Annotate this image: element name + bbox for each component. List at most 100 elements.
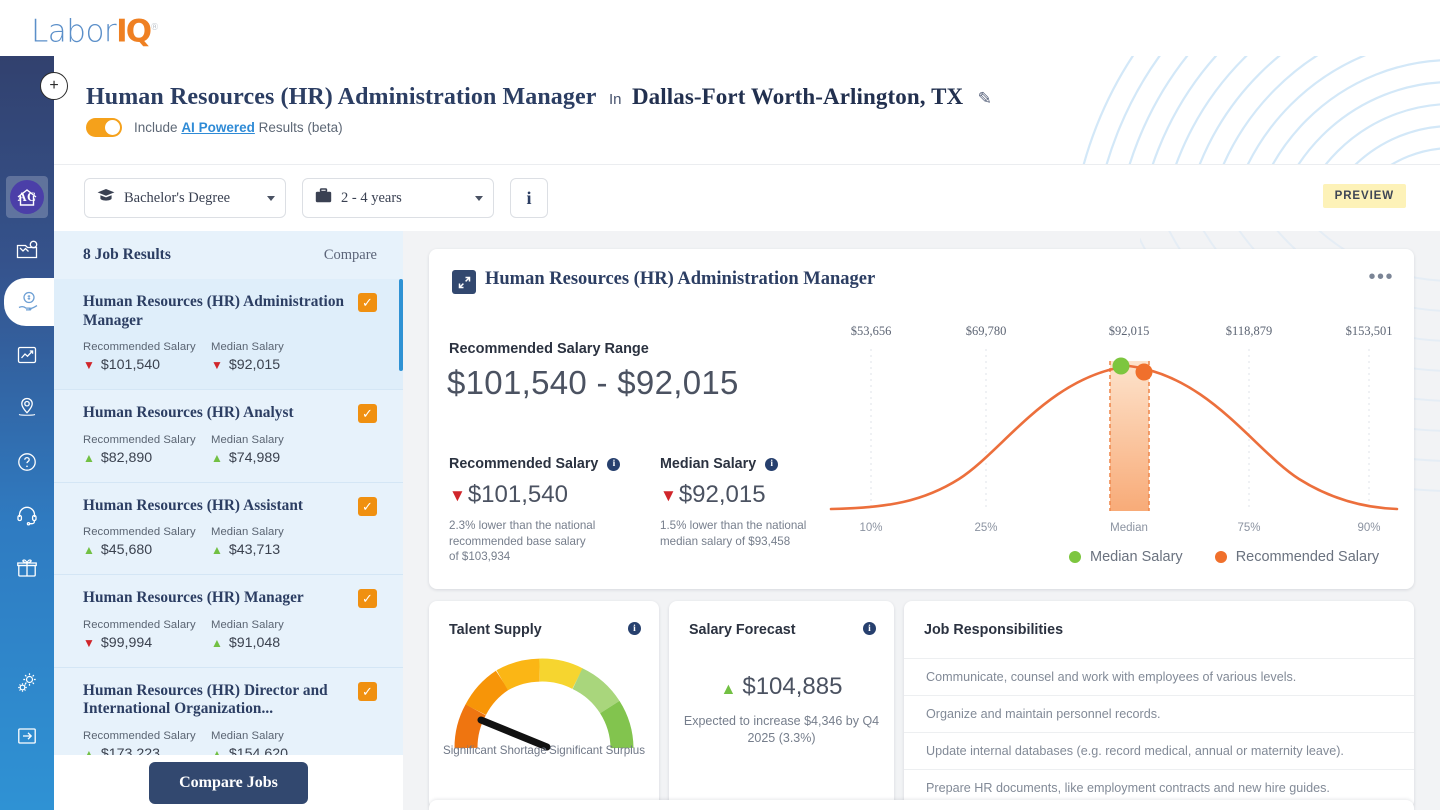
talent-supply-card: Talent Supply i Significant Shortage Sig… (429, 601, 659, 809)
sidebar-item-rewards[interactable] (0, 544, 54, 592)
job-item-recommended-label: Recommended Salary (83, 341, 196, 353)
legend-item-median: Median Salary (1069, 549, 1183, 565)
job-list-item[interactable]: Human Resources (HR) Administration Mana… (54, 279, 403, 390)
median-salary-point[interactable] (1112, 357, 1130, 375)
job-item-median-value: $74,989 (228, 449, 281, 466)
job-item-title: Human Resources (HR) Administration Mana… (83, 293, 345, 329)
sidebar-item-logout[interactable] (0, 712, 54, 760)
map-pin-icon (15, 395, 39, 419)
info-icon[interactable]: i (863, 622, 876, 635)
job-item-checkbox[interactable]: ✓ (358, 589, 377, 608)
job-list-scroll[interactable]: Human Resources (HR) Administration Mana… (54, 279, 403, 772)
legend-label-recommended: Recommended Salary (1235, 549, 1380, 565)
decorative-arcs (1082, 56, 1440, 164)
sidebar-item-support[interactable] (0, 491, 54, 539)
reports-folder-icon (15, 238, 40, 262)
job-item-checkbox[interactable]: ✓ (358, 293, 377, 312)
filter-info-button[interactable]: i (510, 178, 548, 218)
compare-link[interactable]: Compare (324, 247, 377, 264)
job-item-recommended-label: Recommended Salary (83, 526, 196, 538)
home-icon (15, 186, 39, 210)
median-salary-note: 1.5% lower than the national median sala… (660, 519, 807, 548)
left-nav-rail: AC (0, 56, 54, 810)
sidebar-item-location[interactable] (0, 383, 54, 431)
up-arrow-icon: ▲ (211, 635, 223, 650)
recommended-salary-label: Recommended Salary (449, 456, 599, 472)
sidebar-item-salary[interactable] (4, 278, 54, 326)
job-item-checkbox[interactable]: ✓ (358, 681, 377, 701)
toggle-suffix: Results (beta) (258, 120, 343, 135)
down-arrow-icon: ▼ (660, 485, 677, 505)
job-item-median-value-row: ▲ $91,048 (211, 635, 339, 651)
sidebar-item-trends[interactable] (0, 331, 54, 379)
info-icon[interactable]: i (628, 622, 641, 635)
sidebar-item-help[interactable] (0, 438, 54, 486)
up-arrow-icon: ▲ (83, 543, 95, 557)
recommended-salary-label-row: Recommended Salary i (449, 456, 621, 472)
info-icon[interactable]: i (765, 457, 779, 471)
chart-top-tick: $53,656 (851, 324, 892, 338)
add-button[interactable]: + (40, 72, 68, 100)
job-list-item[interactable]: Human Resources (HR) Assistant ✓ Recommend… (54, 483, 403, 575)
job-item-recommended-value: $82,890 (100, 449, 153, 466)
chart-top-tick: $92,015 (1109, 324, 1150, 338)
ai-toggle-row: Include AI Powered Results (beta) (86, 118, 343, 137)
job-item-title: Human Resources (HR) Analyst (83, 404, 294, 421)
partial-card-below (429, 800, 1414, 810)
ai-powered-link[interactable]: AI Powered (181, 120, 255, 135)
up-arrow-icon: ▲ (83, 450, 95, 465)
job-item-median-label: Median Salary (211, 341, 284, 353)
gift-icon (15, 556, 39, 580)
legend-item-recommended: Recommended Salary (1214, 549, 1380, 565)
card-menu-button[interactable]: ••• (1368, 267, 1394, 287)
experience-filter[interactable]: 2 - 4 years (302, 178, 494, 218)
edit-pencil-icon[interactable]: ✎ (978, 89, 992, 108)
responsibility-row: Communicate, counsel and work with emplo… (904, 658, 1414, 695)
logo-text-labor: Labor (31, 13, 117, 50)
job-item-median-value-row: ▼ $92,015 (211, 357, 339, 373)
job-list-item[interactable]: Human Resources (HR) Manager ✓ Recommended… (54, 575, 403, 668)
job-item-median-value-row: ▲ $43,713 (211, 542, 339, 558)
job-list-scrollbar[interactable] (399, 279, 403, 371)
sidebar-item-reports[interactable] (0, 226, 54, 274)
job-responsibilities-card: Job Responsibilities Communicate, counse… (904, 601, 1414, 809)
job-item-median: Median Salary ▲ $74,989 (211, 434, 339, 466)
down-arrow-icon: ▼ (83, 358, 95, 372)
job-item-recommended-value: $101,540 (100, 357, 161, 373)
job-item-recommended-value-row: ▼ $101,540 (83, 357, 211, 373)
detail-card-title: Human Resources (HR) Administration Mana… (485, 269, 876, 289)
job-item-recommended-value: $45,680 (100, 542, 153, 558)
title-row: Human Resources (HR) Administration Mana… (86, 84, 992, 111)
median-salary-value: $92,015 (678, 481, 766, 508)
responsibility-row: Update internal databases (e.g. record m… (904, 732, 1414, 769)
down-arrow-icon: ▼ (449, 485, 466, 505)
job-list-header: 8 Job Results Compare (54, 231, 403, 279)
highlight-band (1110, 361, 1149, 511)
preview-badge[interactable]: PREVIEW (1322, 184, 1406, 208)
recommended-salary-point[interactable] (1135, 363, 1153, 381)
recommended-salary-metric: Recommended Salary i ▼ $101,540 2.3% low… (449, 456, 621, 565)
toggle-knob (105, 120, 120, 135)
gauge-right-label: Significant Surplus (548, 744, 645, 757)
talent-supply-title: Talent Supply (449, 622, 542, 638)
laboriq-logo[interactable]: LaborIQ® (31, 11, 159, 48)
info-icon[interactable]: i (607, 457, 621, 471)
job-item-recommended-label: Recommended Salary (83, 618, 196, 631)
expand-icon[interactable] (452, 270, 476, 294)
chart-top-tick: $69,780 (966, 324, 1007, 338)
job-item-recommended-label: Recommended Salary (83, 433, 196, 446)
compare-jobs-button[interactable]: Compare Jobs (149, 761, 308, 804)
sidebar-item-settings[interactable] (0, 659, 54, 707)
salary-range-label: Recommended Salary Range (449, 341, 649, 357)
registered-mark: ® (150, 23, 159, 33)
page-title: Human Resources (HR) Administration Mana… (86, 84, 597, 110)
sidebar-item-home[interactable] (0, 174, 54, 222)
job-item-checkbox[interactable]: ✓ (358, 496, 377, 516)
job-list-item[interactable]: Human Resources (HR) Analyst ✓ Recommended… (54, 390, 403, 483)
job-item-metrics: Recommended Salary ▲ $82,890 Median Salary ▲… (83, 434, 377, 466)
education-filter-value: Bachelor's Degree (124, 189, 231, 206)
education-filter[interactable]: Bachelor's Degree (84, 178, 286, 218)
ai-results-toggle[interactable] (86, 118, 122, 137)
chart-bottom-tick: 25% (974, 522, 997, 534)
job-item-checkbox[interactable]: ✓ (358, 404, 377, 423)
